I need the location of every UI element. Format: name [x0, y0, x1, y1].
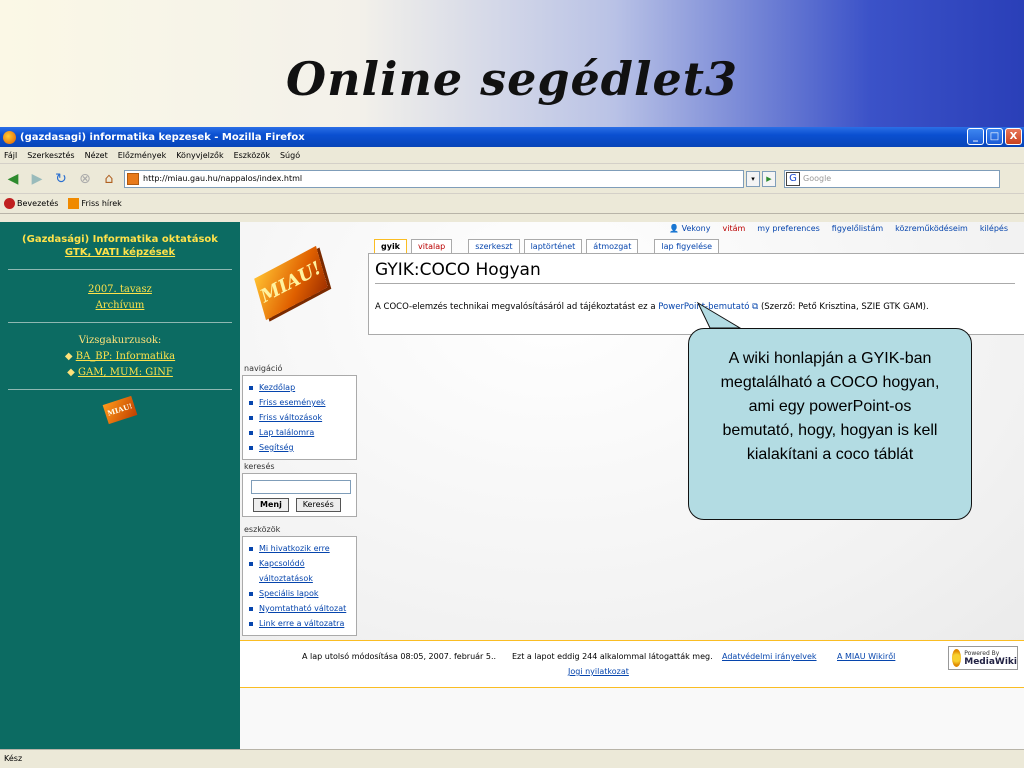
window-title: (gazdasagi) informatika kepzesek - Mozil… — [20, 131, 305, 143]
user-link-logout[interactable]: kilépés — [980, 224, 1008, 233]
go-button[interactable]: Menj — [253, 498, 289, 512]
bookmark-icon — [4, 198, 15, 209]
search-button[interactable]: Keresés — [295, 498, 341, 512]
user-link-watchlist[interactable]: figyelőlistám — [832, 224, 883, 233]
close-button[interactable]: X — [1005, 128, 1022, 145]
tab-history[interactable]: laptörténet — [523, 239, 583, 253]
home-icon[interactable]: ⌂ — [100, 170, 118, 188]
stop-icon[interactable]: ⊗ — [76, 170, 94, 188]
tab-talk[interactable]: vitalap — [411, 239, 453, 253]
slide-title: Online segédlet3 — [286, 52, 738, 106]
reload-icon[interactable]: ↻ — [52, 170, 70, 188]
google-icon[interactable]: G — [786, 171, 800, 186]
wiki-footer: A lap utolsó módosítása 08:05, 2007. feb… — [240, 640, 1024, 688]
firefox-icon — [3, 130, 16, 144]
menu-bookmarks[interactable]: Könyvjelzők — [176, 151, 223, 160]
left-frame: (Gazdasági) Informatika oktatások GTK, V… — [0, 222, 240, 752]
go-icon[interactable]: ▶ — [762, 170, 776, 187]
toolbox-title: eszközök — [244, 525, 281, 534]
bookmarks-toolbar: Bevezetés Friss hírek — [0, 194, 1024, 214]
search-bar[interactable]: G Google — [784, 169, 1000, 188]
minimize-button[interactable]: _ — [967, 128, 984, 145]
footer-disclaimer-link[interactable]: Jogi nyilatkozat — [568, 667, 629, 676]
search-portlet: keresés Menj Keresés — [242, 462, 357, 517]
exams-label: Vizsgakurzusok: — [78, 335, 162, 346]
back-icon[interactable]: ◀ — [4, 170, 22, 188]
menu-history[interactable]: Előzmények — [118, 151, 166, 160]
navigation-portlet: navigáció Kezdőlap Friss események Friss… — [242, 364, 357, 460]
badge-small-text: Powered By — [964, 649, 1000, 657]
menu-view[interactable]: Nézet — [85, 151, 108, 160]
tool-whatlinkshere[interactable]: Mi hivatkozik erre — [249, 541, 352, 556]
menu-edit[interactable]: Szerkesztés — [27, 151, 74, 160]
footer-views: Ezt a lapot eddig 244 alkalommal látogat… — [512, 652, 713, 661]
nav-item-events[interactable]: Friss események — [249, 395, 352, 410]
menu-bar: Fájl Szerkesztés Nézet Előzmények Könyvj… — [0, 147, 1024, 164]
status-bar: Kész — [0, 749, 1024, 768]
footer-privacy-link[interactable]: Adatvédelmi irányelvek — [722, 652, 817, 661]
url-bar[interactable]: http://miau.gau.hu/nappalos/index.html — [124, 169, 744, 188]
toolbox-portlet: eszközök Mi hivatkozik erre Kapcsolódó v… — [242, 525, 357, 636]
nav-item-changes[interactable]: Friss változások — [249, 410, 352, 425]
bookmark-intro[interactable]: Bevezetés — [4, 198, 58, 209]
url-dropdown-icon[interactable]: ▾ — [746, 170, 760, 187]
bookmark-news[interactable]: Friss hírek — [68, 198, 122, 209]
annotation-callout: A wiki honlapján a GYIK-ban megtalálható… — [688, 328, 972, 520]
exam-link-ba[interactable]: BA_BP: Informatika — [76, 351, 175, 362]
mediawiki-badge[interactable]: Powered By MediaWiki — [948, 646, 1018, 670]
term-link[interactable]: 2007. tavasz — [88, 284, 152, 295]
tool-permalink[interactable]: Link erre a változatra — [249, 616, 352, 631]
navigation-title: navigáció — [244, 364, 283, 373]
user-link-preferences[interactable]: my preferences — [757, 224, 820, 233]
user-links: 👤 Vekony vitám my preferences figyelőlis… — [669, 224, 1008, 233]
maximize-button[interactable]: □ — [986, 128, 1003, 145]
footer-last-modified: A lap utolsó módosítása 08:05, 2007. feb… — [302, 652, 497, 661]
miau-small-logo[interactable]: MIAU! — [102, 395, 138, 425]
page-tabs: gyik vitalap szerkeszt laptörténet átmoz… — [374, 239, 720, 253]
nav-item-main[interactable]: Kezdőlap — [249, 380, 352, 395]
exam-link-gam[interactable]: GAM, MUM: GINF — [78, 367, 173, 378]
tab-faq[interactable]: gyik — [374, 239, 408, 253]
badge-big-text: MediaWiki — [964, 656, 1017, 667]
footer-about-link[interactable]: A MIAU Wikiről — [837, 652, 895, 661]
menu-help[interactable]: Súgó — [280, 151, 300, 160]
bookmark-intro-label: Bevezetés — [17, 199, 59, 208]
nav-item-help[interactable]: Segítség — [249, 440, 352, 455]
tab-watch[interactable]: lap figyelése — [654, 239, 720, 253]
search-placeholder: Google — [803, 174, 832, 183]
tab-edit[interactable]: szerkeszt — [468, 239, 520, 253]
url-text: http://miau.gau.hu/nappalos/index.html — [143, 174, 303, 183]
tab-move[interactable]: átmozgat — [586, 239, 639, 253]
user-link-talk[interactable]: vitám — [722, 224, 745, 233]
tool-relatedchanges[interactable]: Kapcsolódó változtatások — [249, 556, 352, 586]
navigation-toolbar: ◀ ▶ ↻ ⊗ ⌂ http://miau.gau.hu/nappalos/in… — [0, 164, 1024, 194]
divider — [8, 389, 232, 390]
bookmark-news-label: Friss hírek — [81, 199, 122, 208]
archive-link[interactable]: Archívum — [96, 300, 145, 311]
divider — [8, 322, 232, 323]
left-subheader-link[interactable]: GTK, VATI képzések — [65, 247, 175, 258]
wiki-search-input[interactable] — [251, 480, 351, 494]
search-title: keresés — [244, 462, 275, 471]
tool-printable[interactable]: Nyomtatható változat — [249, 601, 352, 616]
menu-tools[interactable]: Eszközök — [234, 151, 270, 160]
tool-specialpages[interactable]: Speciális lapok — [249, 586, 352, 601]
divider — [8, 269, 232, 270]
forward-icon[interactable]: ▶ — [28, 170, 46, 188]
user-link-contributions[interactable]: közreműködéseim — [895, 224, 968, 233]
menu-file[interactable]: Fájl — [4, 151, 17, 160]
page-title: GYIK:COCO Hogyan — [375, 260, 1015, 284]
window-titlebar[interactable]: (gazdasagi) informatika kepzesek - Mozil… — [0, 127, 1024, 147]
user-link-name[interactable]: 👤 Vekony — [669, 224, 710, 233]
nav-item-random[interactable]: Lap találomra — [249, 425, 352, 440]
rss-icon — [68, 198, 80, 209]
mediawiki-flower-icon — [952, 649, 962, 667]
page-icon — [127, 172, 139, 185]
left-header: (Gazdasági) Informatika oktatások — [22, 234, 218, 245]
